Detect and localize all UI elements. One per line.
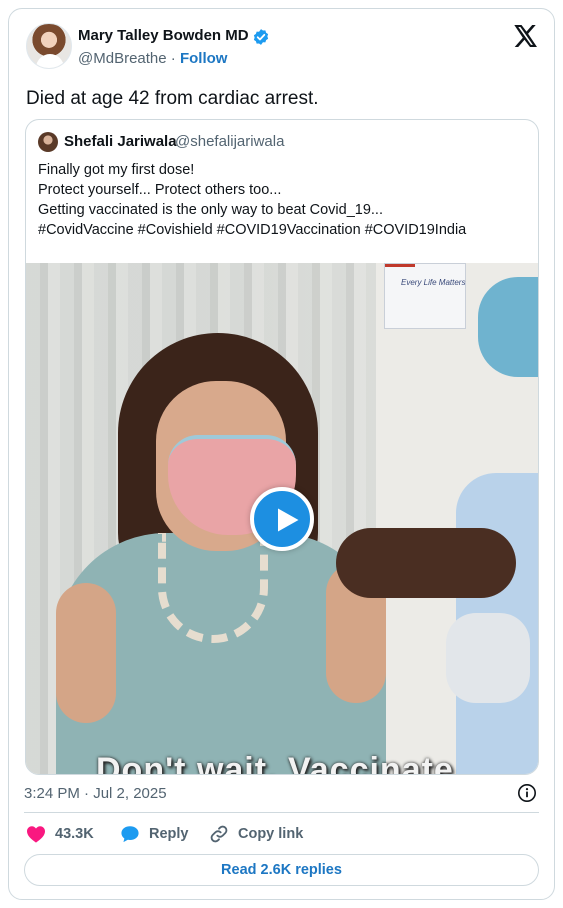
quoted-author-handle: @shefalijariwala <box>175 133 285 150</box>
video-caption: Don't wait. Vaccinate <box>96 751 454 775</box>
read-replies-button[interactable]: Read 2.6K replies <box>24 854 539 886</box>
tweet-text: Died at age 42 from cardiac arrest. <box>26 88 319 109</box>
author-handle-line: @MdBreathe · Follow <box>78 50 227 67</box>
copy-link-label: Copy link <box>238 826 304 842</box>
author-name[interactable]: Mary Talley Bowden MD <box>78 27 249 44</box>
quoted-tweet[interactable]: Shefali Jariwala @shefalijariwala Finall… <box>25 119 539 775</box>
quoted-text-line: Finally got my first dose! <box>38 162 195 178</box>
quoted-text-line: Getting vaccinated is the only way to be… <box>38 202 383 218</box>
divider <box>24 812 539 813</box>
video-chain-necklace <box>158 533 268 643</box>
tweet-timestamp[interactable]: 3:24 PM · Jul 2, 2025 <box>24 785 167 802</box>
video-wall-poster: Every Life Matters <box>384 263 466 329</box>
quoted-author-avatar <box>38 132 58 152</box>
link-icon <box>210 825 228 843</box>
quoted-author-name: Shefali Jariwala <box>64 133 177 150</box>
tweet-card: Mary Talley Bowden MD @MdBreathe · Follo… <box>8 8 555 900</box>
video-nurse-cap <box>478 277 538 377</box>
follow-button[interactable]: Follow <box>180 50 228 67</box>
quoted-text-line: Protect yourself... Protect others too..… <box>38 182 282 198</box>
play-icon <box>278 508 299 532</box>
author-handle[interactable]: @MdBreathe <box>78 50 167 67</box>
heart-icon <box>27 826 45 843</box>
copy-link-button[interactable]: Copy link <box>209 823 303 845</box>
quoted-tweet-text: Finally got my first dose! Protect yours… <box>38 160 466 240</box>
reply-bubble-icon <box>121 826 139 843</box>
play-button[interactable] <box>250 487 314 551</box>
video-player[interactable]: Every Life Matters Don't wait. Vaccinate <box>26 263 538 775</box>
reply-button[interactable]: Reply <box>120 823 189 845</box>
like-button[interactable]: 43.3K <box>26 823 94 845</box>
poster-text: Every Life Matters <box>401 278 466 287</box>
like-count: 43.3K <box>55 826 94 842</box>
verified-badge-icon <box>253 29 269 45</box>
video-nurse-glove <box>446 613 530 703</box>
reply-label: Reply <box>149 826 189 842</box>
video-person-shoulder <box>56 583 116 723</box>
author-avatar[interactable] <box>26 23 72 69</box>
video-nurse-arm <box>336 528 516 598</box>
quoted-hashtags: #CovidVaccine #Covishield #COVID19Vaccin… <box>38 222 467 238</box>
info-icon[interactable] <box>517 783 537 803</box>
handle-separator: · <box>166 50 180 67</box>
x-logo-icon[interactable] <box>514 25 538 47</box>
